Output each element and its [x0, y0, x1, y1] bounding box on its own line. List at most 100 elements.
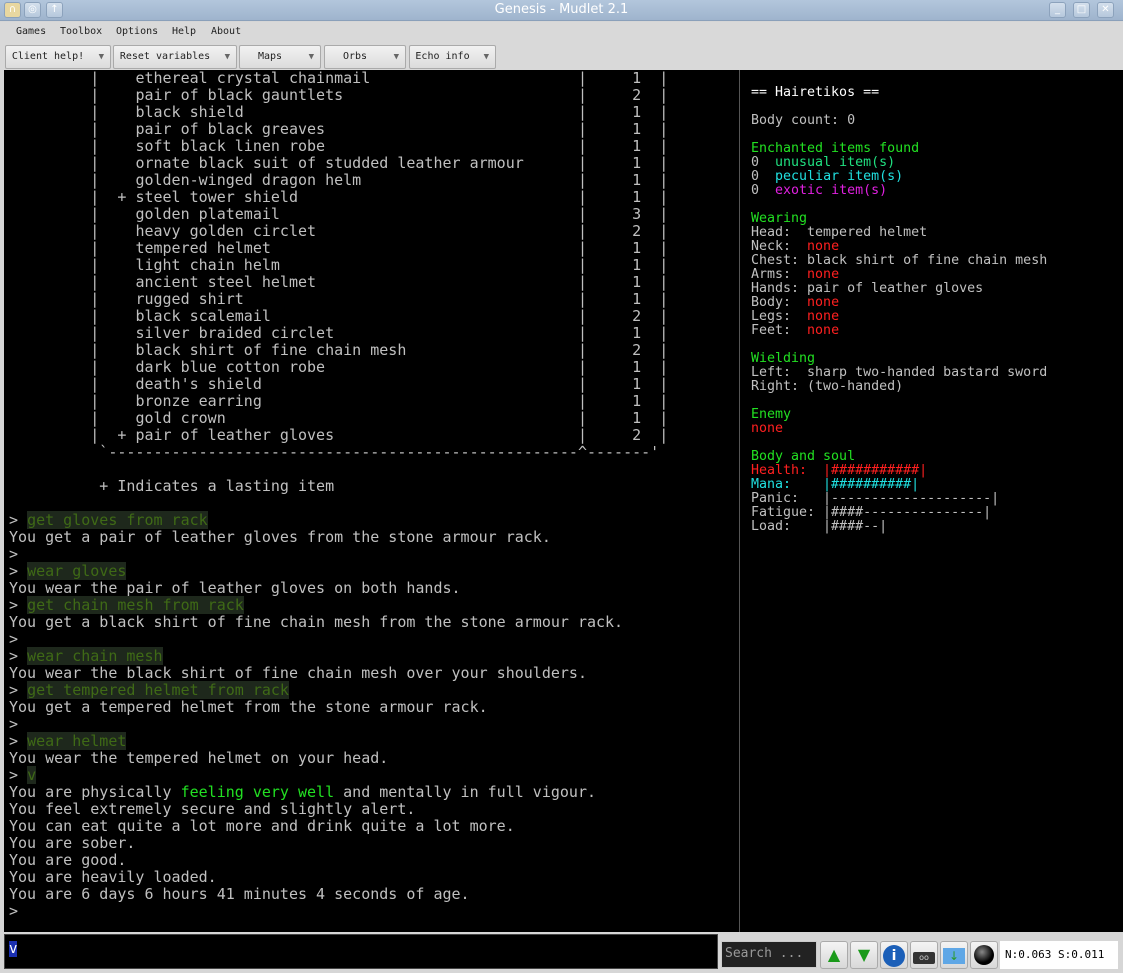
table-border: |: [577, 375, 633, 393]
table-border: |: [577, 324, 633, 342]
table-border: | +: [9, 188, 136, 206]
inventory-row: | pair of black gauntlets | 2 |: [9, 87, 668, 104]
status-line: Wearing: [751, 212, 1047, 226]
item-count: 1: [632, 188, 642, 206]
prompt: >: [9, 647, 28, 665]
output-line: You are heavily loaded.: [9, 869, 668, 886]
search-input[interactable]: Search ...: [721, 941, 817, 968]
item-count: 1: [632, 103, 642, 121]
status-text: none: [807, 239, 840, 254]
command-echo: > wear helmet: [9, 732, 668, 750]
menu-toolbox[interactable]: Toolbox: [60, 26, 102, 37]
item-name: ancient steel helmet: [135, 273, 578, 291]
item-name: pair of leather gloves: [135, 426, 578, 444]
status-line: [751, 394, 1047, 408]
table-border: |: [641, 103, 669, 121]
table-border: |: [641, 375, 669, 393]
orbs-button[interactable]: Orbs ▼: [324, 45, 406, 69]
table-border: |: [641, 341, 669, 359]
table-border: |: [641, 222, 669, 240]
status-line: [751, 436, 1047, 450]
item-name: soft black linen robe: [135, 137, 578, 155]
close-button[interactable]: ✕: [1097, 2, 1114, 18]
legend-text: + Indicates a lasting item: [9, 477, 335, 495]
status-line: Mana: |##########|: [751, 478, 1047, 492]
orbs-label: Orbs: [342, 51, 368, 62]
table-border: |: [577, 103, 633, 121]
menu-about[interactable]: About: [211, 26, 241, 37]
item-name: black scalemail: [135, 307, 578, 325]
item-count: 2: [632, 341, 642, 359]
status-line: none: [751, 422, 1047, 436]
table-border: |: [9, 171, 136, 189]
status-text: Left: sharp two-handed bastard sword: [751, 365, 1048, 380]
item-name: rugged shirt: [135, 290, 578, 308]
output-line: You get a black shirt of fine chain mesh…: [9, 614, 668, 631]
output-text: You are physically: [9, 783, 181, 801]
command-text: wear chain mesh: [27, 647, 163, 665]
inventory-row: | silver braided circlet | 1 |: [9, 325, 668, 342]
status-line: Fatigue: |####---------------|: [751, 506, 1047, 520]
scroll-down-icon[interactable]: ▼: [850, 941, 878, 969]
status-line: 0 unusual item(s): [751, 156, 1047, 170]
table-border: |: [577, 256, 633, 274]
info-icon[interactable]: i: [880, 941, 908, 969]
status-text: 0: [751, 183, 776, 198]
download-folder-icon[interactable]: ↓: [940, 941, 968, 969]
status-text: Wielding: [751, 351, 816, 366]
menu-bar: Games Toolbox Options Help About: [0, 22, 1123, 43]
minimize-button[interactable]: _: [1049, 2, 1066, 18]
output-line: You get a tempered helmet from the stone…: [9, 699, 668, 716]
scroll-up-icon[interactable]: ▲: [820, 941, 848, 969]
window-title: Genesis - Mudlet 2.1: [494, 2, 629, 17]
item-count: 1: [632, 290, 642, 308]
item-name: black shield: [135, 103, 578, 121]
output-line: You are physically feeling very well and…: [9, 784, 668, 801]
main-console[interactable]: | ethereal crystal chainmail | 1 | | pai…: [4, 70, 739, 932]
item-name: golden platemail: [135, 205, 578, 223]
output-text: You are heavily loaded.: [9, 868, 217, 886]
table-border: |: [9, 358, 136, 376]
table-border: |: [9, 137, 136, 155]
inventory-row: | bronze earring | 1 |: [9, 393, 668, 410]
black-orb-icon[interactable]: [970, 941, 998, 969]
menu-games[interactable]: Games: [16, 26, 46, 37]
status-text: none: [807, 309, 840, 324]
item-name: ethereal crystal chainmail: [135, 70, 578, 87]
status-line: Body and soul: [751, 450, 1047, 464]
table-border: |: [9, 86, 136, 104]
client-help-button[interactable]: Client help! ▼: [5, 45, 111, 69]
table-border: |: [9, 70, 136, 87]
toolbar: Client help! ▼ Reset variables ▼ Maps ▼ Orb…: [0, 43, 1123, 70]
echo-info-button[interactable]: Echo info ▼: [409, 45, 496, 69]
inventory-row: | + pair of leather gloves | 2 |: [9, 427, 668, 444]
table-border: |: [9, 256, 136, 274]
item-name: heavy golden circlet: [135, 222, 578, 240]
output-line: You feel extremely secure and slightly a…: [9, 801, 668, 818]
table-border: |: [577, 137, 633, 155]
status-text: Neck:: [751, 239, 808, 254]
table-border: |: [641, 86, 669, 104]
reset-variables-button[interactable]: Reset variables ▼: [113, 45, 237, 69]
menu-options[interactable]: Options: [116, 26, 158, 37]
item-count: 1: [632, 70, 642, 87]
menu-help[interactable]: Help: [172, 26, 196, 37]
inventory-row: | black shirt of fine chain mesh | 2 |: [9, 342, 668, 359]
chevron-down-icon: ▼: [98, 52, 104, 62]
lasting-legend: + Indicates a lasting item: [9, 478, 668, 495]
status-text: exotic item(s): [775, 183, 888, 198]
prompt: >: [9, 630, 19, 648]
maximize-button[interactable]: □: [1073, 2, 1090, 18]
prompt: >: [9, 715, 19, 733]
status-line: == Hairetikos ==: [751, 86, 1047, 100]
replay-tape-icon[interactable]: oo: [910, 941, 938, 969]
command-echo: > wear chain mesh: [9, 647, 668, 665]
status-line: Left: sharp two-handed bastard sword: [751, 366, 1047, 380]
inventory-row: | pair of black greaves | 1 |: [9, 121, 668, 138]
maps-button[interactable]: Maps ▼: [239, 45, 321, 69]
command-input[interactable]: v: [4, 934, 718, 969]
table-border: |: [641, 273, 669, 291]
item-count: 1: [632, 154, 642, 172]
command-text: wear helmet: [27, 732, 127, 750]
item-name: tempered helmet: [135, 239, 578, 257]
